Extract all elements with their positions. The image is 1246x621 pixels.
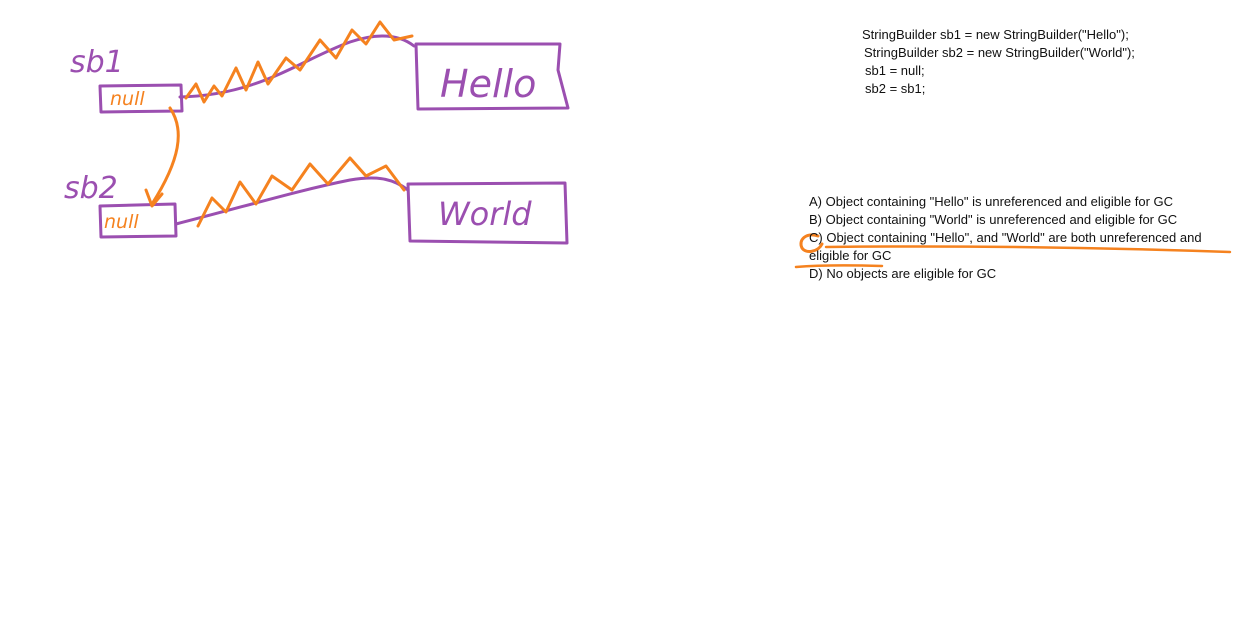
answer-option-a: A) Object containing "Hello" is unrefere… [809, 194, 1174, 209]
sb2-null-value: null [104, 211, 139, 233]
answer-option-c: C) Object containing "Hello", and "World… [797, 229, 1242, 265]
answer-option-c-text: C) Object containing "Hello", and "World… [809, 230, 1202, 263]
sb1-reference-crossout [184, 20, 414, 104]
answer-options: A) Object containing "Hello" is unrefere… [797, 193, 1242, 283]
answer-option-d: D) No objects are eligible for GC [809, 266, 997, 281]
code-line: StringBuilder sb2 = new StringBuilder("W… [864, 45, 1135, 60]
var-sb1-label: sb1 [70, 45, 124, 80]
hello-object-label: Hello [440, 62, 536, 106]
sb2-assign-arrow [150, 106, 180, 206]
code-snippet: StringBuilder sb1 = new StringBuilder("H… [862, 26, 1135, 98]
world-object-label: World [438, 195, 532, 233]
var-sb2-label: sb2 [64, 171, 118, 206]
answer-option-b: B) Object containing "World" is unrefere… [809, 212, 1178, 227]
sb1-null-value: null [110, 88, 145, 110]
code-line: StringBuilder sb1 = new StringBuilder("H… [862, 27, 1129, 42]
code-line: sb2 = sb1; [865, 81, 926, 96]
code-line: sb1 = null; [865, 63, 925, 78]
